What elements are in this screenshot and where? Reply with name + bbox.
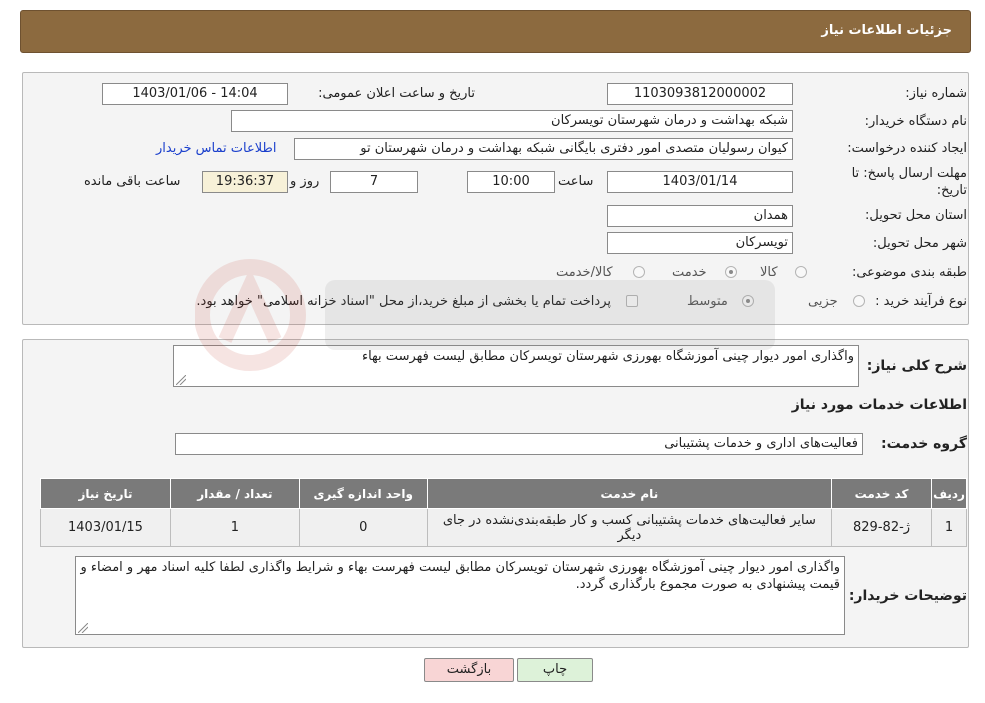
cell-quantity: 1 [169,508,300,547]
province-label: استان محل تحویل: [865,208,967,223]
print-button[interactable]: چاپ [517,658,593,682]
payment-note: پرداخت تمام یا بخشی از مبلغ خرید،از محل … [196,294,611,309]
buyer-notes-label: توضیحات خریدار: [848,588,967,604]
col-header-unit: واحد اندازه گیری [298,478,428,509]
process-option-minor: جزیی [808,294,838,309]
remaining-time-field: 19:36:37 [202,171,288,193]
category-radio-goods[interactable] [795,266,807,278]
remaining-time-label: ساعت باقی مانده [84,174,181,189]
buyer-contact-link[interactable]: اطلاعات تماس خریدار [156,141,276,156]
days-field: 7 [330,171,418,193]
deadline-label: مهلت ارسال پاسخ: تا [851,166,967,181]
service-group-label: گروه خدمت: [881,436,967,452]
creator-field: کیوان رسولیان متصدی امور دفتری بایگانی ش… [294,138,793,160]
page-title: جزئیات اطلاعات نیاز [821,23,952,38]
category-label: طبقه بندی موضوعی: [851,265,967,280]
buyer-notes-text: واگذاری امور دیوار چینی آموزشگاه بهورزی … [80,560,840,592]
category-option-service: خدمت [672,265,707,280]
buyer-org-label: نام دستگاه خریدار: [864,114,967,129]
services-title: اطلاعات خدمات مورد نیاز [791,397,967,413]
cell-row-number: 1 [931,508,967,547]
need-number-label: شماره نیاز: [905,86,967,101]
cell-need-date: 1403/01/15 [40,508,171,547]
process-option-medium: متوسط [687,294,728,309]
deadline-date-field: 1403/01/14 [607,171,793,193]
cell-service-name: سایر فعالیت‌های خدمات پشتیبانی کسب و کار… [426,508,833,547]
city-field: تویسرکان [607,232,793,254]
category-option-goods: کالا [760,265,778,280]
deadline-time-label: ساعت [558,174,594,189]
col-header-row-number: ردیف [931,478,967,509]
page-header: جزئیات اطلاعات نیاز [20,10,971,53]
category-radio-both[interactable] [633,266,645,278]
days-label: روز و [290,174,320,189]
process-radio-minor[interactable] [853,295,865,307]
col-header-need-date: تاریخ نیاز [40,478,171,509]
deadline-time-field: 10:00 [467,171,555,193]
cell-unit: 0 [298,508,428,547]
services-table: ردیف کد خدمت نام خدمت واحد اندازه گیری ت… [40,478,967,547]
announce-date-label: تاریخ و ساعت اعلان عمومی: [318,86,475,101]
buyer-notes-field: واگذاری امور دیوار چینی آموزشگاه بهورزی … [75,556,845,635]
back-button[interactable]: بازگشت [424,658,514,682]
process-label: نوع فرآیند خرید : [875,294,967,309]
category-radio-service[interactable] [725,266,737,278]
deadline-label-2: تاریخ: [936,183,967,198]
treasury-checkbox[interactable] [626,295,638,307]
category-option-both: کالا/خدمت [556,265,613,280]
city-label: شهر محل تحویل: [872,236,967,251]
cell-service-code: ژ-82-829 [831,508,933,547]
col-header-quantity: تعداد / مقدار [169,478,300,509]
resize-handle-icon[interactable] [78,623,88,633]
col-header-service-code: کد خدمت [831,478,933,509]
summary-label: شرح کلی نیاز: [866,358,967,374]
process-radio-medium[interactable] [742,295,754,307]
resize-handle-icon[interactable] [176,375,186,385]
service-group-field: فعالیت‌های اداری و خدمات پشتیبانی [175,433,863,455]
table-header-row: ردیف کد خدمت نام خدمت واحد اندازه گیری ت… [40,478,967,509]
need-number-field: 1103093812000002 [607,83,793,105]
announce-date-field: 1403/01/06 - 14:04 [102,83,288,105]
buyer-org-field: شبکه بهداشت و درمان شهرستان تویسرکان [231,110,793,132]
col-header-service-name: نام خدمت [426,478,833,509]
table-row: 1 ژ-82-829 سایر فعالیت‌های خدمات پشتیبان… [40,508,967,547]
creator-label: ایجاد کننده درخواست: [847,141,967,156]
summary-text: واگذاری امور دیوار چینی آموزشگاه بهورزی … [361,349,854,364]
province-field: همدان [607,205,793,227]
summary-field: واگذاری امور دیوار چینی آموزشگاه بهورزی … [173,345,859,387]
